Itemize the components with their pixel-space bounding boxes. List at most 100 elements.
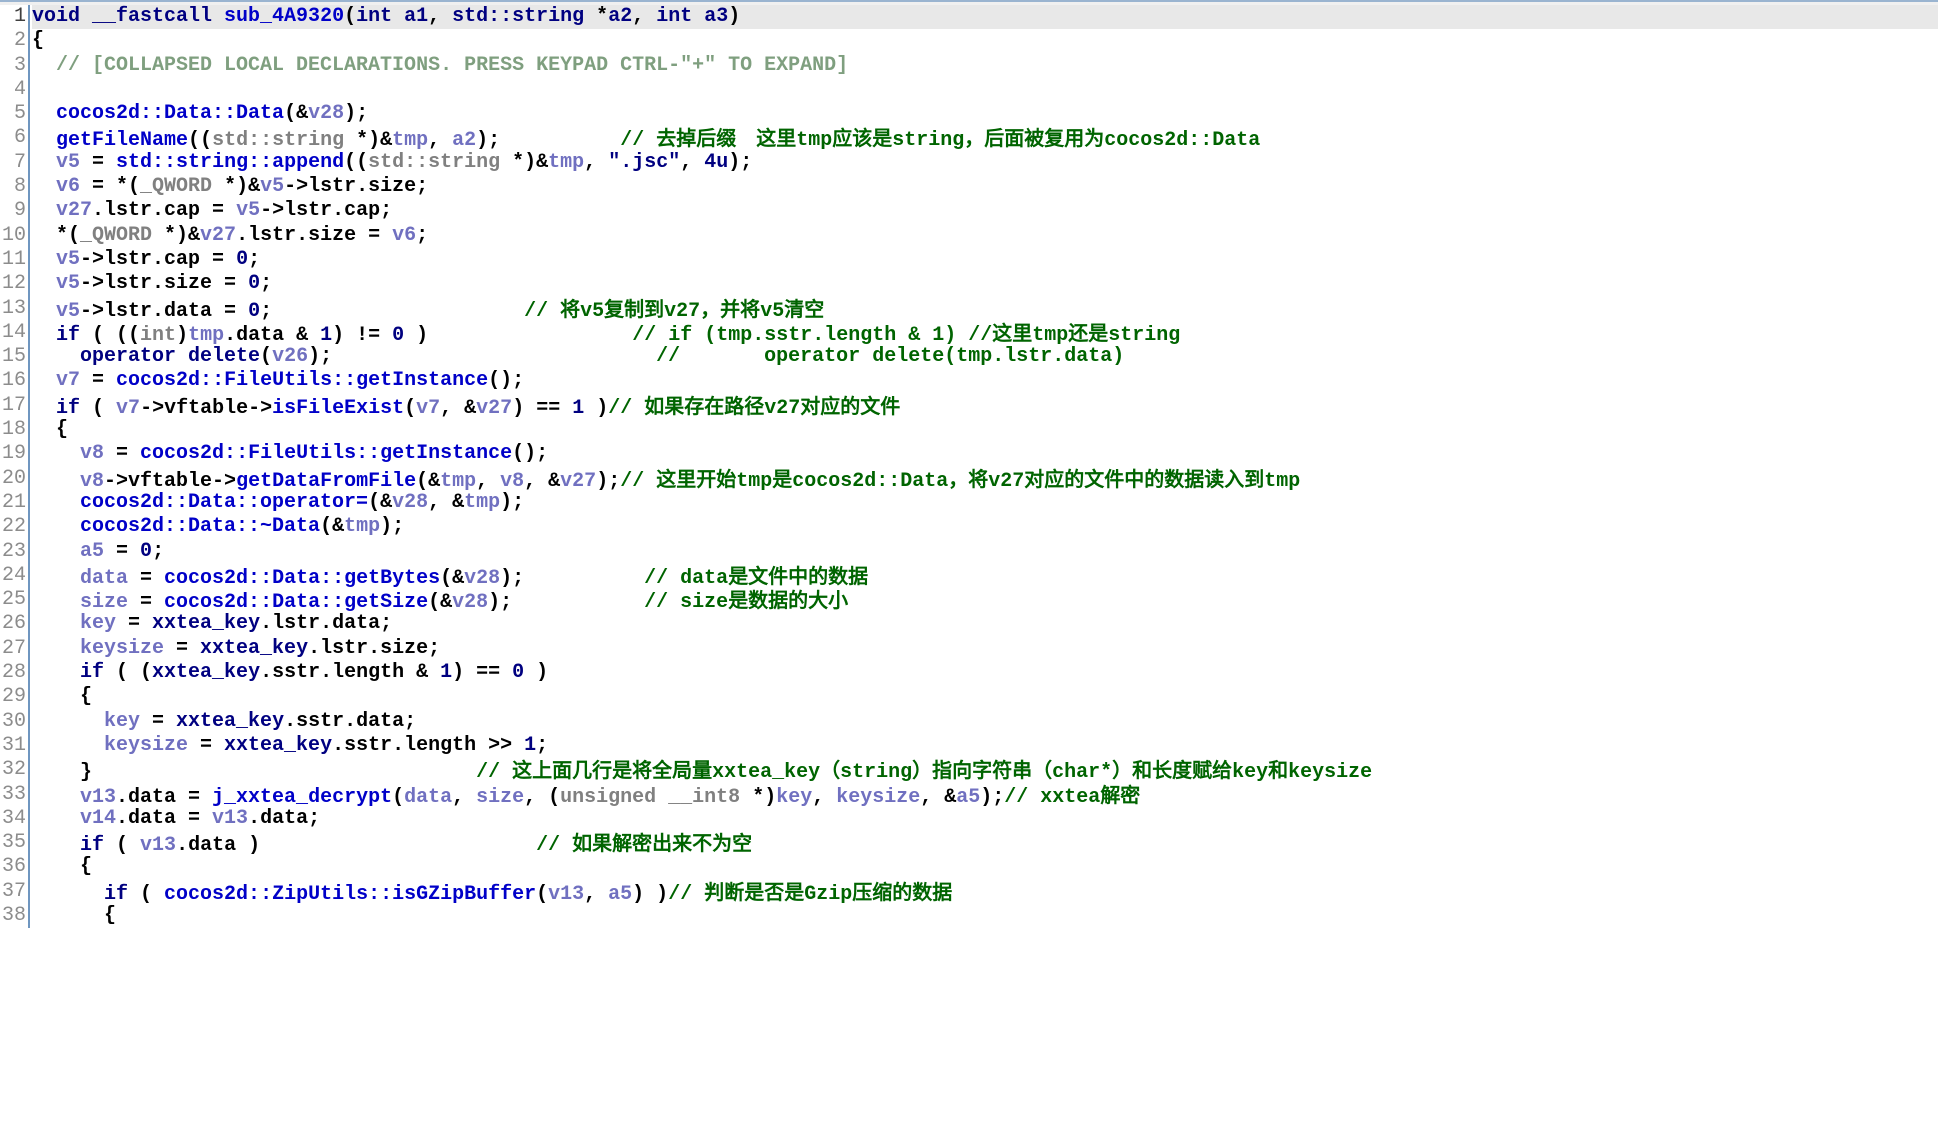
code-line[interactable]: v13.data = j_xxtea_decrypt(data, size, (… [32, 782, 1938, 809]
code-line[interactable]: v27.lstr.cap = v5->lstr.cap; [32, 199, 1938, 223]
code-token: *)& [224, 175, 261, 199]
code-token: getFileName [56, 129, 189, 153]
code-line[interactable]: v8->vftable->getDataFromFile(&tmp, v8, &… [32, 466, 1938, 493]
line-number: 24 [1, 563, 26, 587]
code-token: ); [488, 591, 513, 615]
code-token: // [620, 469, 657, 493]
code-token: cocos2d::FileUtils::getInstance [116, 369, 489, 393]
code-line[interactable]: cocos2d::Data::Data(&v28); [32, 102, 1938, 126]
code-line[interactable]: v8 = cocos2d::FileUtils::getInstance(); [32, 442, 1938, 466]
code-line[interactable]: if ( (xxtea_key.sstr.length & 1) == 0 ) [32, 661, 1938, 685]
code-line[interactable]: *(_QWORD *)&v27.lstr.size = v6; [32, 224, 1938, 248]
code-line[interactable]: getFileName((std::string *)&tmp, a2); //… [32, 126, 1938, 153]
code-line[interactable]: if ( v7->vftable->isFileExist(v7, &v27) … [32, 393, 1938, 420]
code-token: , [632, 5, 657, 28]
code-token: .data & [224, 323, 321, 347]
code-token: _QWORD [140, 175, 225, 199]
code-token: 是 [772, 466, 793, 491]
code-token: ( (( [80, 323, 141, 347]
code-token: v28 [464, 566, 501, 590]
code-line[interactable]: { [32, 418, 1938, 442]
code-token: 解密 [1100, 782, 1141, 807]
code-token: string [1108, 323, 1181, 347]
code-line[interactable]: cocos2d::Data::operator=(&v28, &tmp); [32, 491, 1938, 515]
code-token: 0 [140, 539, 153, 563]
code-line[interactable]: a5 = 0; [32, 540, 1938, 564]
code-text-area[interactable]: void __fastcall sub_4A9320(int a1, std::… [30, 5, 1938, 928]
code-token: , & [524, 469, 561, 493]
code-token: 是文件中的数据 [728, 563, 869, 588]
code-line[interactable]: // [COLLAPSED LOCAL DECLARATIONS. PRESS … [32, 54, 1938, 78]
code-line[interactable]: { [32, 855, 1938, 879]
code-token: 1 [440, 661, 453, 685]
line-number: 29 [1, 685, 26, 709]
code-line[interactable]: { [32, 29, 1938, 53]
code-token: , ( [524, 785, 561, 809]
code-token: key [1232, 761, 1269, 785]
code-token: cocos2d::FileUtils::getInstance [140, 442, 513, 466]
code-line[interactable]: keysize = xxtea_key.sstr.length >> 1; [32, 734, 1938, 758]
code-line[interactable]: key = xxtea_key.sstr.data; [32, 710, 1938, 734]
code-token: 对应的文件中的数据读入到 [1024, 466, 1265, 491]
code-line[interactable]: v7 = cocos2d::FileUtils::getInstance(); [32, 369, 1938, 393]
line-number: 33 [1, 782, 26, 806]
code-token: cocos2d::Data::Data [56, 102, 285, 126]
line-number: 20 [1, 466, 26, 490]
code-token: cocos2d::Data::getSize [164, 591, 429, 615]
code-token: , [584, 150, 609, 174]
code-line[interactable]: key = xxtea_key.lstr.data; [32, 612, 1938, 636]
code-token: 如果存在路径 [644, 393, 765, 418]
code-token: v8 [500, 469, 525, 493]
code-line[interactable]: v5->lstr.size = 0; [32, 272, 1938, 296]
code-line[interactable]: } // 这上面几行是将全局量xxtea_key（string）指向字符串（ch… [32, 758, 1938, 785]
code-token: cocos2d::ZipUtils::isGZipBuffer [164, 882, 537, 906]
code-line[interactable]: size = cocos2d::Data::getSize(&v28); // … [32, 588, 1938, 615]
code-token: cocos2d::Data [1104, 129, 1261, 153]
line-number: 30 [1, 709, 26, 733]
code-token: // [668, 882, 705, 906]
line-number: 16 [1, 369, 26, 393]
code-token: = [140, 709, 177, 733]
code-token: v5 [260, 175, 285, 199]
code-token: v28 [392, 490, 429, 514]
code-token: 和 [1268, 758, 1289, 783]
code-token: (( [188, 129, 213, 153]
code-line[interactable]: cocos2d::Data::~Data(&tmp); [32, 515, 1938, 539]
code-token: a5 [80, 539, 105, 563]
code-line[interactable]: v14.data = v13.data; [32, 807, 1938, 831]
code-token: v27 [560, 469, 597, 493]
line-number: 26 [1, 612, 26, 636]
code-token: ( [104, 834, 141, 858]
code-line[interactable]: data = cocos2d::Data::getBytes(&v28); //… [32, 563, 1938, 590]
code-line[interactable]: void __fastcall sub_4A9320(int a1, std::… [32, 5, 1938, 30]
code-token: *)& [512, 150, 549, 174]
code-line[interactable]: { [32, 685, 1938, 709]
code-line[interactable]: v5->lstr.cap = 0; [32, 248, 1938, 272]
code-token: a5 [956, 785, 981, 809]
code-line[interactable]: v5->lstr.data = 0; // 将v5复制到v27，并将v5清空 [32, 297, 1938, 323]
code-line[interactable]: if ( ((int)tmp.data & 1) != 0 ) // if (t… [32, 321, 1938, 347]
code-token: unsigned __int8 [560, 785, 753, 809]
code-token: // if (tmp.sstr.length & 1) // [632, 323, 993, 347]
code-token: v27 [988, 469, 1025, 493]
code-editor-area[interactable]: 1 2 3 4 5 6 7 8 9 10 11 12 13 14 15 16 17 18 19 20 21 22 23 24 2… [0, 5, 1938, 1138]
code-token: key [80, 612, 117, 636]
code-line[interactable]: operator delete(v26); // operator delete… [32, 345, 1938, 369]
code-line[interactable]: if ( cocos2d::ZipUtils::isGZipBuffer(v13… [32, 880, 1938, 906]
code-line[interactable]: { [32, 904, 1938, 928]
code-token: int [140, 323, 177, 347]
code-token: ) [404, 323, 429, 347]
code-line[interactable]: v5 = std::string::append((std::string *)… [32, 151, 1938, 175]
code-token: getDataFromFile [236, 469, 417, 493]
code-line[interactable] [32, 78, 1938, 102]
code-token: std::string [368, 150, 513, 174]
code-line[interactable]: keysize = xxtea_key.lstr.size; [32, 637, 1938, 661]
code-line[interactable]: v6 = *(_QWORD *)&v5->lstr.size; [32, 175, 1938, 199]
code-line[interactable]: if ( v13.data ) // 如果解密出来不为空 [32, 831, 1938, 858]
